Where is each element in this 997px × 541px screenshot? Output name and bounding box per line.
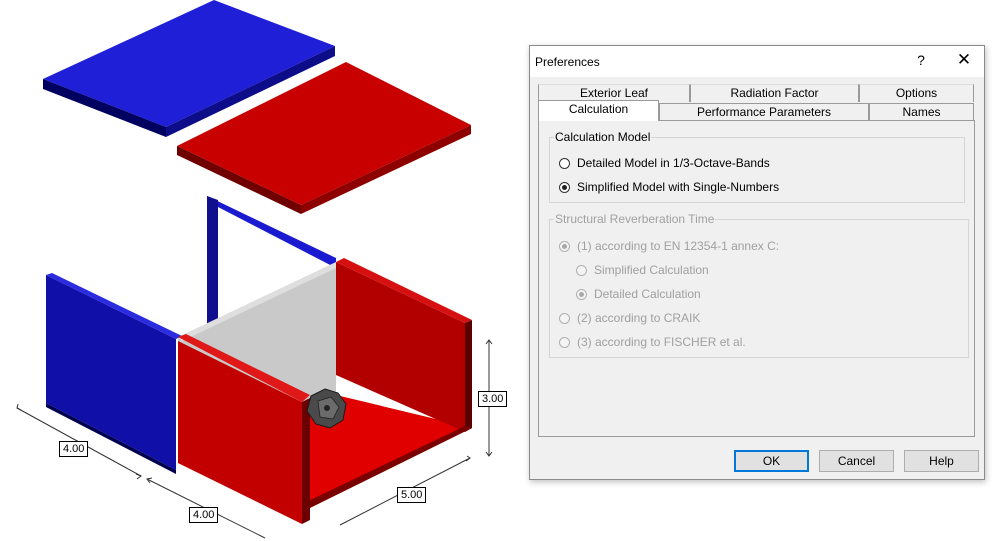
tab-performance-parameters[interactable]: Performance Parameters xyxy=(659,103,869,121)
close-icon[interactable]: ✕ xyxy=(952,50,976,70)
dialog-titlebar[interactable]: Preferences ? ✕ xyxy=(530,46,984,77)
radio-fischer-label: (3) according to FISCHER et al. xyxy=(577,335,746,349)
radio-detailed-calculation[interactable]: Detailed Calculation xyxy=(576,287,701,301)
radio-fischer[interactable]: (3) according to FISCHER et al. xyxy=(559,335,746,349)
tab-names[interactable]: Names xyxy=(869,103,974,121)
radio-craik[interactable]: (2) according to CRAIK xyxy=(559,311,700,325)
cancel-button[interactable]: Cancel xyxy=(819,450,894,472)
radio-simplified-calculation[interactable]: Simplified Calculation xyxy=(576,263,709,277)
tab-calculation[interactable]: Calculation xyxy=(538,100,659,121)
radio-simplified-calculation-label: Simplified Calculation xyxy=(594,263,709,277)
radio-selected-icon xyxy=(559,240,570,252)
room-3d-view xyxy=(16,0,493,539)
radio-en12354[interactable]: (1) according to EN 12354-1 annex C: xyxy=(559,239,779,253)
preferences-dialog: Preferences ? ✕ Exterior Leaf Radiation … xyxy=(529,45,985,480)
ok-button[interactable]: OK xyxy=(734,450,809,472)
calculation-model-legend: Calculation Model xyxy=(555,130,651,144)
radio-detailed-model-label: Detailed Model in 1/3-Octave-Bands xyxy=(577,156,770,170)
radio-simplified-model-label: Simplified Model with Single-Numbers xyxy=(577,180,780,194)
radio-circle-icon xyxy=(576,264,587,276)
calculation-tab-panel: Calculation Model Detailed Model in 1/3-… xyxy=(538,120,975,437)
reverberation-legend: Structural Reverberation Time xyxy=(555,212,715,226)
tab-radiation-factor[interactable]: Radiation Factor xyxy=(690,84,859,102)
dimension-label-width-b: 4.00 xyxy=(189,507,219,523)
dimension-label-depth: 5.00 xyxy=(397,487,427,503)
radio-circle-icon xyxy=(559,312,570,324)
radio-circle-icon xyxy=(559,157,570,169)
radio-detailed-model[interactable]: Detailed Model in 1/3-Octave-Bands xyxy=(559,156,770,170)
radio-en12354-label: (1) according to EN 12354-1 annex C: xyxy=(577,239,780,253)
radio-detailed-calculation-label: Detailed Calculation xyxy=(594,287,701,301)
radio-craik-label: (2) according to CRAIK xyxy=(577,311,701,325)
help-button[interactable]: Help xyxy=(904,450,979,472)
radio-selected-icon xyxy=(559,181,570,193)
radio-circle-icon xyxy=(559,336,570,348)
dimension-label-width-a: 4.00 xyxy=(59,441,89,457)
dialog-title: Preferences xyxy=(535,55,600,69)
help-question-icon[interactable]: ? xyxy=(911,52,931,68)
radio-simplified-model[interactable]: Simplified Model with Single-Numbers xyxy=(559,180,779,194)
dimension-label-height: 3.00 xyxy=(478,391,508,407)
radio-selected-icon xyxy=(576,288,587,300)
tab-options[interactable]: Options xyxy=(859,84,974,102)
